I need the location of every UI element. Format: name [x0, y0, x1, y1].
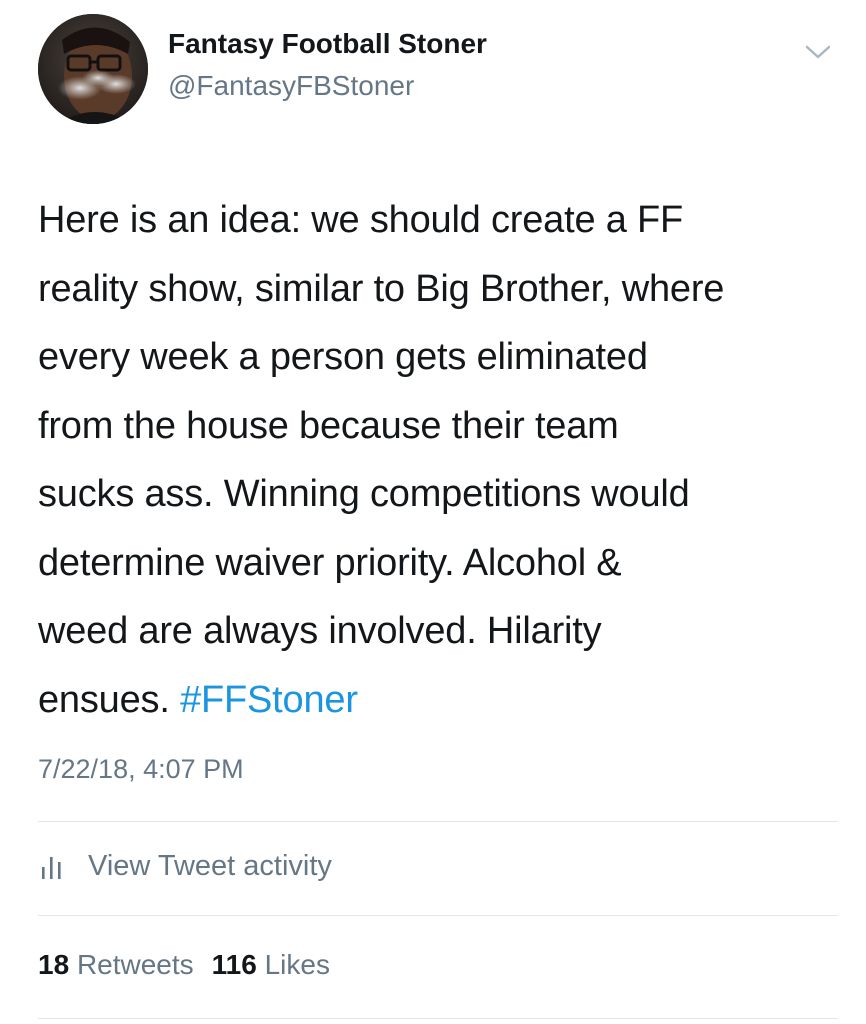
tweet-text-line: Here is an idea: we should create a FF	[38, 199, 684, 241]
bar-chart-icon	[42, 857, 61, 879]
avatar-photo	[38, 14, 148, 124]
tweet-text-last-line: ensues. #FFStoner	[38, 666, 838, 735]
view-tweet-activity-button[interactable]: View Tweet activity	[38, 846, 332, 886]
author-display-name[interactable]: Fantasy Football Stoner	[168, 28, 487, 60]
tweet-menu-chevron-icon[interactable]	[802, 40, 834, 64]
tweet-text-line: from the house because their team	[38, 404, 619, 447]
retweets-label: Retweets	[76, 949, 194, 980]
divider	[38, 915, 838, 916]
tweet-text-line: weed are always involved. Hilarity	[38, 610, 602, 652]
likes-label: Likes	[264, 949, 330, 980]
divider	[38, 821, 838, 822]
tweet-text-line: sucks ass. Winning competitions would	[38, 473, 690, 515]
author-avatar[interactable]	[38, 14, 148, 124]
author-handle[interactable]: @FantasyFBStoner	[168, 70, 414, 102]
tweet-text-line: determine waiver priority. Alcohol &	[38, 541, 622, 584]
tweet-text-end: ensues.	[38, 678, 181, 721]
divider	[38, 1018, 838, 1019]
likes-count: 116	[211, 949, 257, 980]
retweets-count: 18	[38, 949, 70, 980]
view-tweet-activity-label: View Tweet activity	[88, 849, 332, 882]
likes-stat[interactable]: 116 Likes	[212, 949, 330, 981]
hashtag-link[interactable]: #FFStoner	[180, 679, 358, 721]
tweet-stats: 18 Retweets 116 Likes	[38, 949, 348, 981]
retweets-stat[interactable]: 18 Retweets	[38, 949, 194, 981]
tweet-body: Here is an idea: we should create a FF r…	[38, 186, 838, 734]
tweet-text-line: reality show, similar to Big Brother, wh…	[38, 267, 725, 310]
tweet-timestamp: 7/22/18, 4:07 PM	[38, 754, 244, 784]
tweet-text-line: every week a person gets eliminated	[38, 336, 648, 378]
